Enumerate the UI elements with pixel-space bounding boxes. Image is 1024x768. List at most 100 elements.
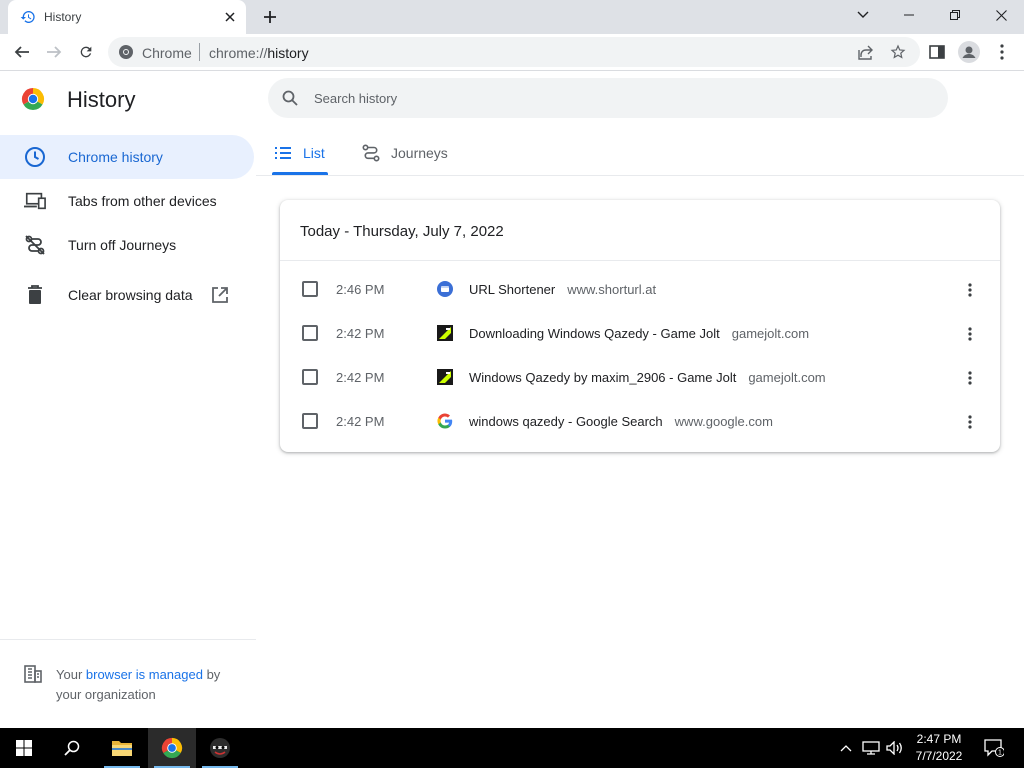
new-tab-button[interactable] bbox=[258, 6, 282, 28]
bookmark-star-icon[interactable] bbox=[889, 43, 907, 61]
chrome-logo-icon bbox=[161, 737, 183, 759]
entry-domain: gamejolt.com bbox=[748, 370, 826, 385]
entry-link[interactable]: windows qazedy - Google Search www.google… bbox=[469, 414, 773, 429]
entry-checkbox[interactable] bbox=[302, 413, 318, 429]
site-name: Chrome bbox=[142, 45, 192, 61]
entry-time: 2:42 PM bbox=[336, 414, 385, 429]
search-box[interactable] bbox=[268, 78, 948, 118]
more-actions-icon[interactable] bbox=[960, 280, 980, 300]
svg-text:1: 1 bbox=[998, 750, 1002, 757]
managed-link[interactable]: browser is managed bbox=[86, 667, 203, 682]
shorturl-favicon bbox=[437, 281, 453, 297]
entry-time: 2:42 PM bbox=[336, 370, 385, 385]
show-hidden-icons-chevron-icon[interactable] bbox=[836, 728, 856, 768]
address-bar[interactable]: Chrome chrome://history bbox=[108, 37, 920, 67]
card-divider bbox=[280, 260, 1000, 261]
entry-domain: www.shorturl.at bbox=[567, 282, 657, 297]
page-title: History bbox=[67, 87, 136, 112]
forward-button[interactable] bbox=[40, 38, 68, 66]
taskbar-search-button[interactable] bbox=[48, 728, 96, 768]
app-icon bbox=[210, 738, 230, 758]
back-button[interactable] bbox=[8, 38, 36, 66]
journeys-icon bbox=[362, 144, 380, 162]
clock-time: 2:47 PM bbox=[916, 732, 962, 746]
tab-search-icon[interactable] bbox=[840, 0, 886, 30]
sidebar-item-chrome-history[interactable]: Chrome history bbox=[0, 135, 254, 179]
tab-strip: History bbox=[0, 0, 1024, 34]
sidebar-item-label: Clear browsing data bbox=[68, 287, 193, 303]
windows-taskbar: 2:47 PM 7/7/2022 1 bbox=[0, 728, 1024, 768]
entry-link[interactable]: Downloading Windows Qazedy - Game Jolt ga… bbox=[469, 326, 809, 341]
entry-domain: gamejolt.com bbox=[731, 326, 810, 341]
sidebar-item-label: Chrome history bbox=[68, 149, 163, 165]
side-panel-icon[interactable] bbox=[923, 38, 951, 66]
sidebar-item-turn-off-journeys[interactable]: Turn off Journeys bbox=[0, 223, 256, 267]
chrome-logo-icon bbox=[21, 88, 45, 111]
clock-date: 7/7/2022 bbox=[915, 749, 963, 763]
entry-domain: www.google.com bbox=[674, 414, 773, 429]
reload-button[interactable] bbox=[72, 38, 100, 66]
file-explorer-button[interactable] bbox=[98, 728, 146, 768]
entry-checkbox[interactable] bbox=[302, 325, 318, 341]
entry-time: 2:46 PM bbox=[336, 282, 385, 297]
entry-title: Downloading Windows Qazedy - Game Jolt bbox=[469, 326, 720, 341]
taskbar-clock[interactable]: 2:47 PM 7/7/2022 bbox=[906, 731, 972, 765]
history-entry[interactable]: 2:46 PM URL Shortener www.shorturl.at bbox=[280, 268, 1000, 312]
app-taskbar-button[interactable] bbox=[196, 728, 244, 768]
search-icon bbox=[64, 740, 80, 756]
history-page: History Chrome history Tabs from other d… bbox=[0, 71, 1024, 728]
search-icon bbox=[282, 90, 298, 106]
entry-checkbox[interactable] bbox=[302, 281, 318, 297]
notification-center-icon[interactable]: 1 bbox=[980, 728, 1008, 768]
share-icon[interactable] bbox=[857, 43, 875, 61]
start-button[interactable] bbox=[0, 728, 48, 768]
browser-toolbar: Chrome chrome://history bbox=[0, 34, 1024, 71]
restore-button[interactable] bbox=[932, 0, 978, 30]
sidebar-item-other-devices[interactable]: Tabs from other devices bbox=[0, 179, 256, 223]
sidebar-item-label: Tabs from other devices bbox=[68, 193, 217, 209]
google-favicon bbox=[437, 413, 453, 429]
tab-journeys[interactable]: Journeys bbox=[360, 131, 460, 175]
minimize-button[interactable] bbox=[886, 0, 932, 30]
history-entry[interactable]: 2:42 PM Downloading Windows Qazedy - Gam… bbox=[280, 312, 1000, 356]
entry-link[interactable]: Windows Qazedy by maxim_2906 - Game Jolt… bbox=[469, 370, 826, 385]
volume-icon[interactable] bbox=[884, 728, 906, 768]
tab-list[interactable]: List bbox=[272, 131, 328, 175]
tab-label: Journeys bbox=[391, 145, 448, 161]
tab-title: History bbox=[44, 10, 82, 24]
history-card: Today - Thursday, July 7, 2022 2:46 PM U… bbox=[280, 200, 1000, 452]
gamejolt-favicon bbox=[437, 369, 453, 385]
network-icon[interactable] bbox=[860, 728, 882, 768]
more-actions-icon[interactable] bbox=[960, 368, 980, 388]
chrome-site-icon bbox=[119, 45, 133, 59]
tabs-divider bbox=[256, 175, 1024, 176]
chrome-taskbar-button[interactable] bbox=[148, 728, 196, 768]
entry-title: windows qazedy - Google Search bbox=[469, 414, 663, 429]
entry-checkbox[interactable] bbox=[302, 369, 318, 385]
date-header: Today - Thursday, July 7, 2022 bbox=[300, 223, 504, 240]
history-entry[interactable]: 2:42 PM Windows Qazedy by maxim_2906 - G… bbox=[280, 356, 1000, 400]
gamejolt-favicon bbox=[437, 325, 453, 341]
close-window-button[interactable] bbox=[978, 0, 1024, 30]
menu-kebab-icon[interactable] bbox=[988, 38, 1016, 66]
managed-notice: Your browser is managed by your organiza… bbox=[56, 667, 221, 702]
browser-tab-history[interactable]: History bbox=[8, 0, 246, 34]
trash-icon bbox=[24, 284, 46, 306]
profile-avatar[interactable] bbox=[955, 38, 983, 66]
entry-time: 2:42 PM bbox=[336, 326, 385, 341]
more-actions-icon[interactable] bbox=[960, 324, 980, 344]
url-text: chrome://history bbox=[209, 45, 309, 61]
sidebar-item-clear-browsing-data[interactable]: Clear browsing data bbox=[0, 273, 256, 317]
more-actions-icon[interactable] bbox=[960, 412, 980, 432]
entry-title: Windows Qazedy by maxim_2906 - Game Jolt bbox=[469, 370, 737, 385]
history-entry[interactable]: 2:42 PM windows qazedy - Google Search ww… bbox=[280, 400, 1000, 444]
entry-link[interactable]: URL Shortener www.shorturl.at bbox=[469, 282, 656, 297]
close-tab-icon[interactable] bbox=[220, 7, 240, 27]
folder-icon bbox=[112, 741, 132, 756]
sidebar: Chrome history Tabs from other devices T… bbox=[0, 135, 256, 317]
omnibox-separator bbox=[199, 43, 200, 61]
sidebar-item-label: Turn off Journeys bbox=[68, 237, 177, 253]
open-in-new-icon bbox=[212, 287, 228, 303]
clock-icon bbox=[24, 146, 46, 168]
search-input[interactable] bbox=[314, 78, 914, 118]
